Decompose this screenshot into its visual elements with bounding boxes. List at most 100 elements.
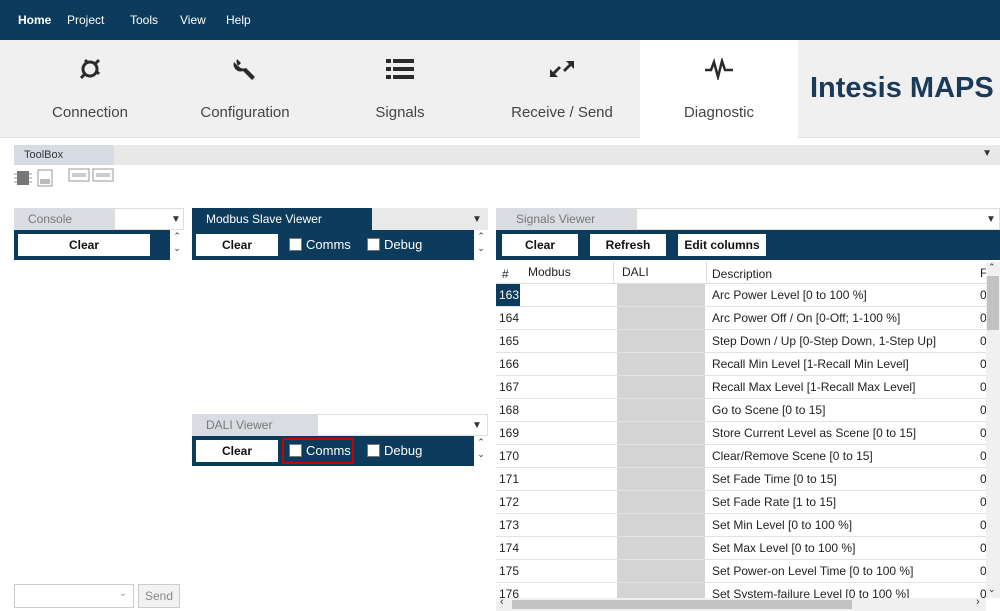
scroll-up-icon[interactable]: ⌃ [988,262,996,273]
scroll-down-icon[interactable]: ⌄ [988,584,996,595]
scroll-right-icon[interactable]: › [976,596,980,608]
diagnostic-button[interactable]: Diagnostic [640,40,798,138]
row-dali-cell[interactable] [617,284,705,306]
console-scroll-buttons[interactable]: ⌃ ⌄ [170,230,184,260]
plug-icon [20,54,160,84]
row-modbus-cell[interactable] [520,307,613,329]
chevron-down-icon[interactable]: ▼ [472,420,482,431]
dali-viewer-tab[interactable]: DALI Viewer [192,414,317,436]
table-row[interactable]: 166 Recall Min Level [1-Recall Min Level]… [496,353,1000,376]
row-modbus-cell[interactable] [520,330,613,352]
table-row[interactable]: 163 Arc Power Level [0 to 100 %] 0 [496,284,1000,307]
table-row[interactable]: 165 Step Down / Up [0-Step Down, 1-Step U… [496,330,1000,353]
modbus-debug-checkbox[interactable] [367,238,380,251]
dali-scroll-buttons[interactable]: ⌃ ⌄ [474,436,488,466]
table-row[interactable]: 167 Recall Max Level [1-Recall Max Level]… [496,376,1000,399]
table-row[interactable]: 174 Set Max Level [0 to 100 %] 0 [496,537,1000,560]
console-command-select[interactable]: ⌄ [14,584,134,608]
row-dali-cell[interactable] [617,376,705,398]
row-dali-cell[interactable] [617,560,705,582]
table-row[interactable]: 169 Store Current Level as Scene [0 to 15… [496,422,1000,445]
pulse-icon [640,54,798,84]
table-row[interactable]: 170 Clear/Remove Scene [0 to 15] 0 [496,445,1000,468]
chevron-down-icon[interactable]: ▼ [171,214,181,225]
row-dali-cell[interactable] [617,468,705,490]
menu-tools[interactable]: Tools [130,0,158,40]
signals-table: 163 Arc Power Level [0 to 100 %] 0 164 Arc P… [496,263,1000,603]
row-modbus-cell[interactable] [520,537,613,559]
configuration-button[interactable]: Configuration [175,40,315,138]
console-send-button[interactable]: Send [138,584,180,608]
diagnostic-label: Diagnostic [683,104,755,121]
dali-comms-checkbox[interactable] [289,444,302,457]
dali-debug-checkbox[interactable] [367,444,380,457]
toolbox-tab[interactable]: ToolBox [14,145,114,165]
scroll-thumb[interactable] [987,276,999,330]
row-modbus-cell[interactable] [520,491,613,513]
menu-home[interactable]: Home [18,0,51,40]
row-dali-cell[interactable] [617,491,705,513]
row-dali-cell[interactable] [617,307,705,329]
chevron-down-icon[interactable]: ▼ [986,214,996,225]
connection-label: Connection [52,104,128,121]
chevron-down-icon[interactable]: ▼ [472,214,482,225]
row-number: 172 [499,495,520,509]
row-modbus-cell[interactable] [520,284,613,306]
table-row[interactable]: 175 Set Power-on Level Time [0 to 100 %] 0 [496,560,1000,583]
table-row[interactable]: 173 Set Min Level [0 to 100 %] 0 [496,514,1000,537]
modbus-scroll-buttons[interactable]: ⌃ ⌄ [474,230,488,260]
signals-viewer-tab[interactable]: Signals Viewer [496,208,636,230]
dali-viewer-dropdown[interactable] [317,414,488,436]
wifi-device-icon[interactable] [68,168,90,182]
wrench-icon [175,54,315,84]
table-row[interactable]: 168 Go to Scene [0 to 15] 0 [496,399,1000,422]
row-dali-cell[interactable] [617,399,705,421]
row-modbus-cell[interactable] [520,422,613,444]
row-modbus-cell[interactable] [520,514,613,536]
modbus-viewer-tab[interactable]: Modbus Slave Viewer [192,208,372,230]
connection-button[interactable]: Connection [20,40,160,138]
modbus-comms-checkbox[interactable] [289,238,302,251]
console-tab[interactable]: Console [14,208,114,230]
modbus-clear-button[interactable]: Clear [196,234,278,256]
receive-send-button[interactable]: Receive / Send [487,40,637,138]
dali-clear-button[interactable]: Clear [196,440,278,462]
row-dali-cell[interactable] [617,330,705,352]
signals-horizontal-scrollbar[interactable]: ‹ › [496,596,986,611]
table-row[interactable]: 172 Set Fade Rate [1 to 15] 0 [496,491,1000,514]
console-clear-button[interactable]: Clear [18,234,150,256]
row-modbus-cell[interactable] [520,560,613,582]
toolbox-dropdown-icon[interactable]: ▼ [982,148,992,159]
row-dali-cell[interactable] [617,353,705,375]
modbus-viewer-header: Modbus Slave Viewer ▼ [192,208,488,230]
row-dali-cell[interactable] [617,537,705,559]
row-modbus-cell[interactable] [520,445,613,467]
row-number: 166 [499,357,520,371]
row-dali-cell[interactable] [617,445,705,467]
hscroll-thumb[interactable] [512,600,852,609]
row-modbus-cell[interactable] [520,468,613,490]
menu-help[interactable]: Help [226,0,251,40]
signals-viewer-dropdown[interactable] [636,208,1000,230]
row-dali-cell[interactable] [617,422,705,444]
row-modbus-cell[interactable] [520,376,613,398]
edit-columns-button[interactable]: Edit columns [678,234,766,256]
row-dali-cell[interactable] [617,514,705,536]
row-modbus-cell[interactable] [520,353,613,375]
document-icon[interactable] [36,168,54,188]
reset-icon[interactable] [92,168,114,182]
menu-project[interactable]: Project [67,0,104,40]
signals-refresh-button[interactable]: Refresh [590,234,666,256]
signals-vertical-scrollbar[interactable]: ⌃ ⌄ [986,262,1000,598]
row-modbus-cell[interactable] [520,399,613,421]
row-number: 168 [499,403,520,417]
signals-clear-button[interactable]: Clear [502,234,578,256]
table-row[interactable]: 171 Set Fade Time [0 to 15] 0 [496,468,1000,491]
signals-button[interactable]: Signals [330,40,470,138]
scroll-left-icon[interactable]: ‹ [500,596,504,608]
row-number: 174 [499,541,520,555]
menu-view[interactable]: View [180,0,206,40]
ribbon: Connection Configuration Signals Receive… [0,40,1000,138]
table-row[interactable]: 164 Arc Power Off / On [0-Off; 1-100 %] 0 [496,307,1000,330]
chip-icon[interactable] [14,168,32,188]
